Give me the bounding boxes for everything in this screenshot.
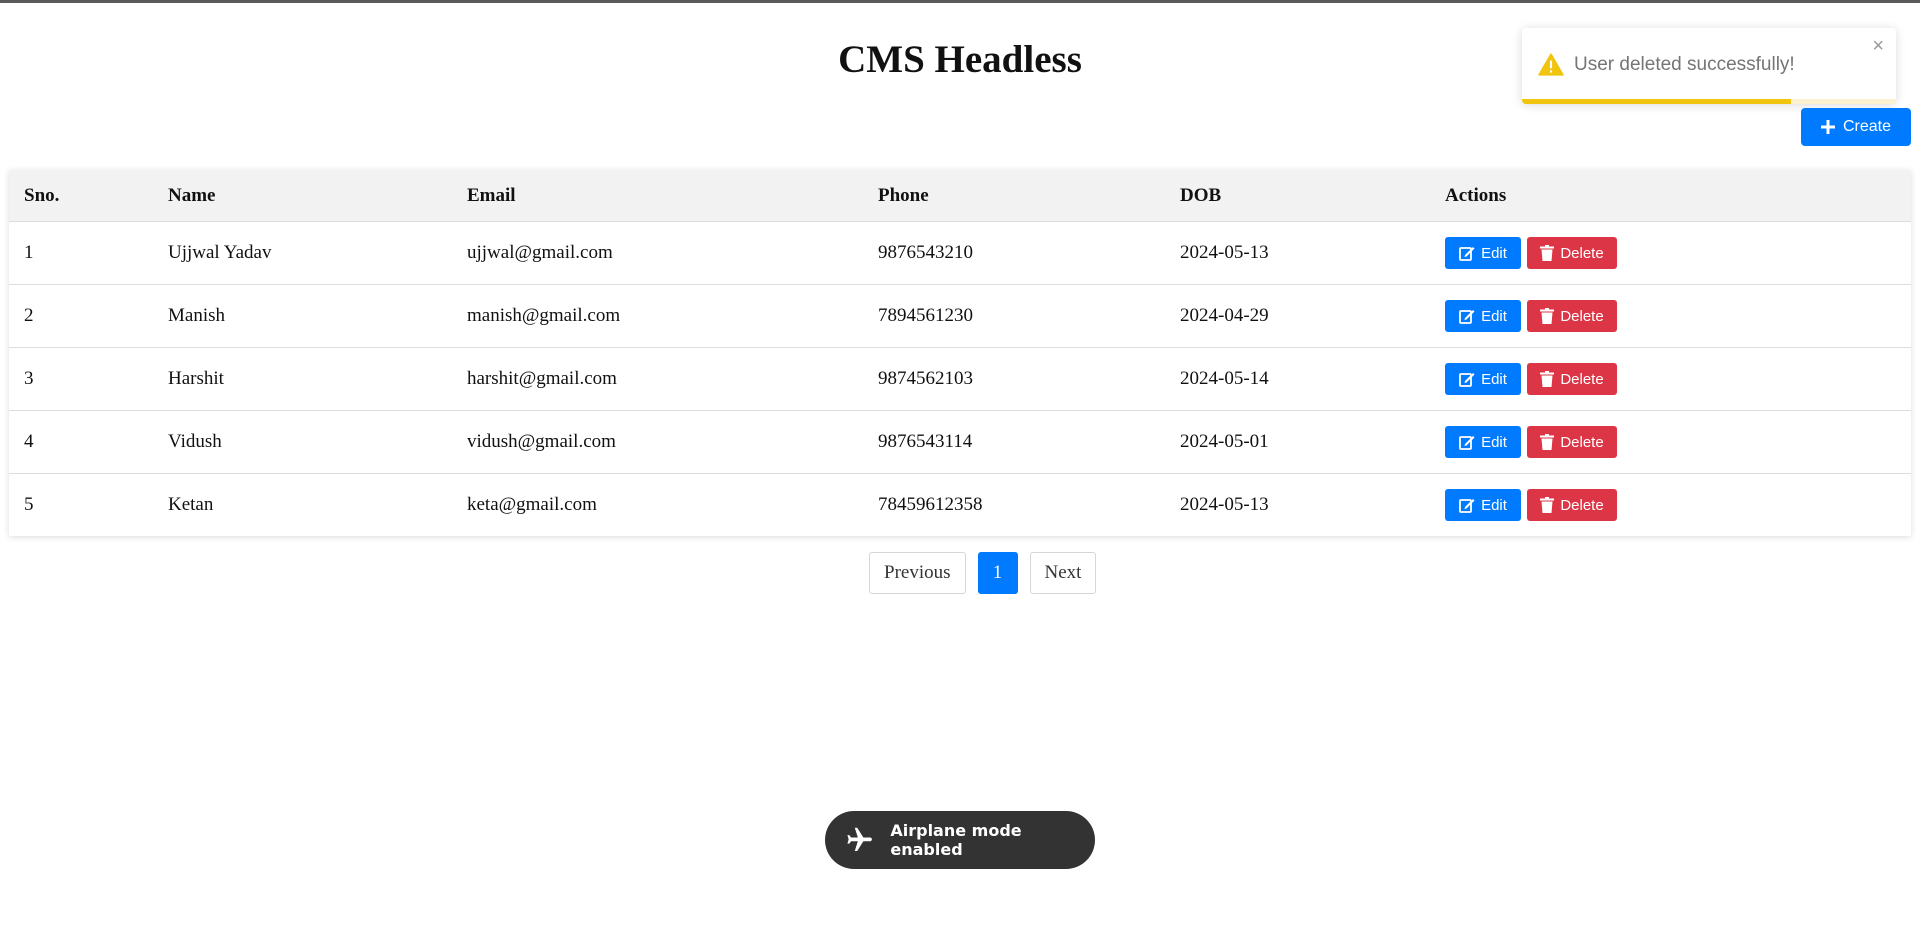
header-dob: DOB: [1165, 170, 1430, 222]
delete-button[interactable]: Delete: [1527, 426, 1617, 458]
table-header-row: Sno. Name Email Phone DOB Actions: [9, 170, 1911, 222]
cell-phone: 7894561230: [863, 284, 1165, 348]
edit-icon: [1459, 310, 1475, 324]
edit-icon: [1459, 247, 1475, 261]
table-row: 2 Manish manish@gmail.com 7894561230 2024-04…: [9, 284, 1911, 348]
plus-icon: [1820, 120, 1835, 134]
cell-sno: 4: [9, 410, 153, 474]
cell-email: ujjwal@gmail.com: [452, 221, 863, 285]
table-row: 3 Harshit harshit@gmail.com 9874562103 2024-…: [9, 347, 1911, 411]
delete-button-label: Delete: [1560, 244, 1604, 262]
header-phone: Phone: [863, 170, 1165, 222]
cell-dob: 2024-05-13: [1180, 494, 1269, 515]
delete-button[interactable]: Delete: [1527, 300, 1617, 332]
edit-button-label: Edit: [1481, 433, 1507, 451]
cell-sno: 2: [9, 284, 153, 348]
header-sno: Sno.: [9, 170, 153, 222]
cell-name: Manish: [153, 284, 452, 348]
airplane-icon: [847, 827, 872, 852]
edit-button[interactable]: Edit: [1445, 237, 1521, 269]
edit-button-label: Edit: [1481, 244, 1507, 262]
cell-dob: 2024-05-13: [1165, 221, 1430, 285]
users-table: Sno. Name Email Phone DOB Actions 1 Ujjwa…: [9, 170, 1911, 536]
edit-icon: [1459, 436, 1475, 450]
cell-sno: 5: [24, 494, 34, 515]
delete-button[interactable]: Delete: [1527, 237, 1617, 269]
warning-icon: [1538, 53, 1564, 76]
edit-button-label: Edit: [1481, 496, 1507, 514]
edit-button[interactable]: Edit: [1445, 489, 1521, 521]
edit-button-label: Edit: [1481, 370, 1507, 388]
cell-phone: 9876543210: [863, 221, 1165, 285]
pagination: Previous 1 Next: [869, 552, 1097, 594]
table-row: 4 Vidush vidush@gmail.com 9876543114 2024-05…: [9, 410, 1911, 474]
edit-button-label: Edit: [1481, 307, 1507, 325]
edit-button[interactable]: Edit: [1445, 363, 1521, 395]
delete-button[interactable]: Delete: [1527, 489, 1617, 521]
header-actions: Actions: [1430, 170, 1911, 222]
cell-actions: Edit Delete: [1430, 347, 1911, 411]
header-name: Name: [153, 170, 452, 222]
edit-button[interactable]: Edit: [1445, 300, 1521, 332]
cell-phone: 9876543114: [863, 410, 1165, 474]
previous-page-button[interactable]: Previous: [869, 552, 966, 594]
cell-name: Harshit: [153, 347, 452, 411]
trash-icon: [1540, 497, 1555, 513]
trash-icon: [1540, 308, 1555, 324]
create-button[interactable]: Create: [1801, 108, 1911, 146]
cell-phone: 9874562103: [863, 347, 1165, 411]
cell-dob: 2024-04-29: [1165, 284, 1430, 348]
cell-email: harshit@gmail.com: [452, 347, 863, 411]
cell-email: keta@gmail.com: [467, 494, 597, 515]
top-border: [0, 0, 1920, 3]
cell-sno: 3: [9, 347, 153, 411]
cell-actions: Edit Delete: [1430, 474, 1911, 537]
cell-phone: 78459612358: [878, 494, 983, 515]
cell-email: manish@gmail.com: [452, 284, 863, 348]
cell-email: vidush@gmail.com: [452, 410, 863, 474]
cell-actions: Edit Delete: [1430, 221, 1911, 285]
table-row: 1 Ujjwal Yadav ujjwal@gmail.com 9876543210 2…: [9, 221, 1911, 285]
toast-message: User deleted successfully!: [1574, 54, 1795, 75]
cell-dob: 2024-05-01: [1165, 410, 1430, 474]
toast-progress-track: [1522, 99, 1896, 104]
trash-icon: [1540, 245, 1555, 261]
header-email: Email: [452, 170, 863, 222]
cell-actions: Edit Delete: [1430, 410, 1911, 474]
table-row: 5 Ketan keta@gmail.com 78459612358 2024-05-1…: [9, 474, 1911, 537]
trash-icon: [1540, 434, 1555, 450]
edit-icon: [1459, 373, 1475, 387]
airplane-mode-toast: Airplane mode enabled: [825, 811, 1095, 869]
delete-button-label: Delete: [1560, 307, 1604, 325]
cell-sno: 1: [9, 221, 153, 285]
create-button-label: Create: [1842, 118, 1892, 135]
airplane-mode-message: Airplane mode enabled: [890, 821, 1022, 859]
toast-progress-bar: [1522, 99, 1792, 104]
cell-actions: Edit Delete: [1430, 284, 1911, 348]
page-1-button[interactable]: 1: [977, 552, 1018, 594]
delete-button[interactable]: Delete: [1527, 363, 1617, 395]
cell-dob: 2024-05-14: [1165, 347, 1430, 411]
delete-button-label: Delete: [1560, 433, 1604, 451]
cell-name: Ujjwal Yadav: [153, 221, 452, 285]
edit-icon: [1459, 499, 1475, 513]
delete-button-label: Delete: [1560, 370, 1604, 388]
cell-name: Vidush: [153, 410, 452, 474]
success-toast: User deleted successfully! ×: [1522, 28, 1896, 104]
edit-button[interactable]: Edit: [1445, 426, 1521, 458]
toast-close-icon[interactable]: ×: [1872, 36, 1884, 56]
trash-icon: [1540, 371, 1555, 387]
cell-name: Ketan: [168, 494, 214, 515]
delete-button-label: Delete: [1560, 496, 1604, 514]
next-page-button[interactable]: Next: [1029, 552, 1097, 594]
